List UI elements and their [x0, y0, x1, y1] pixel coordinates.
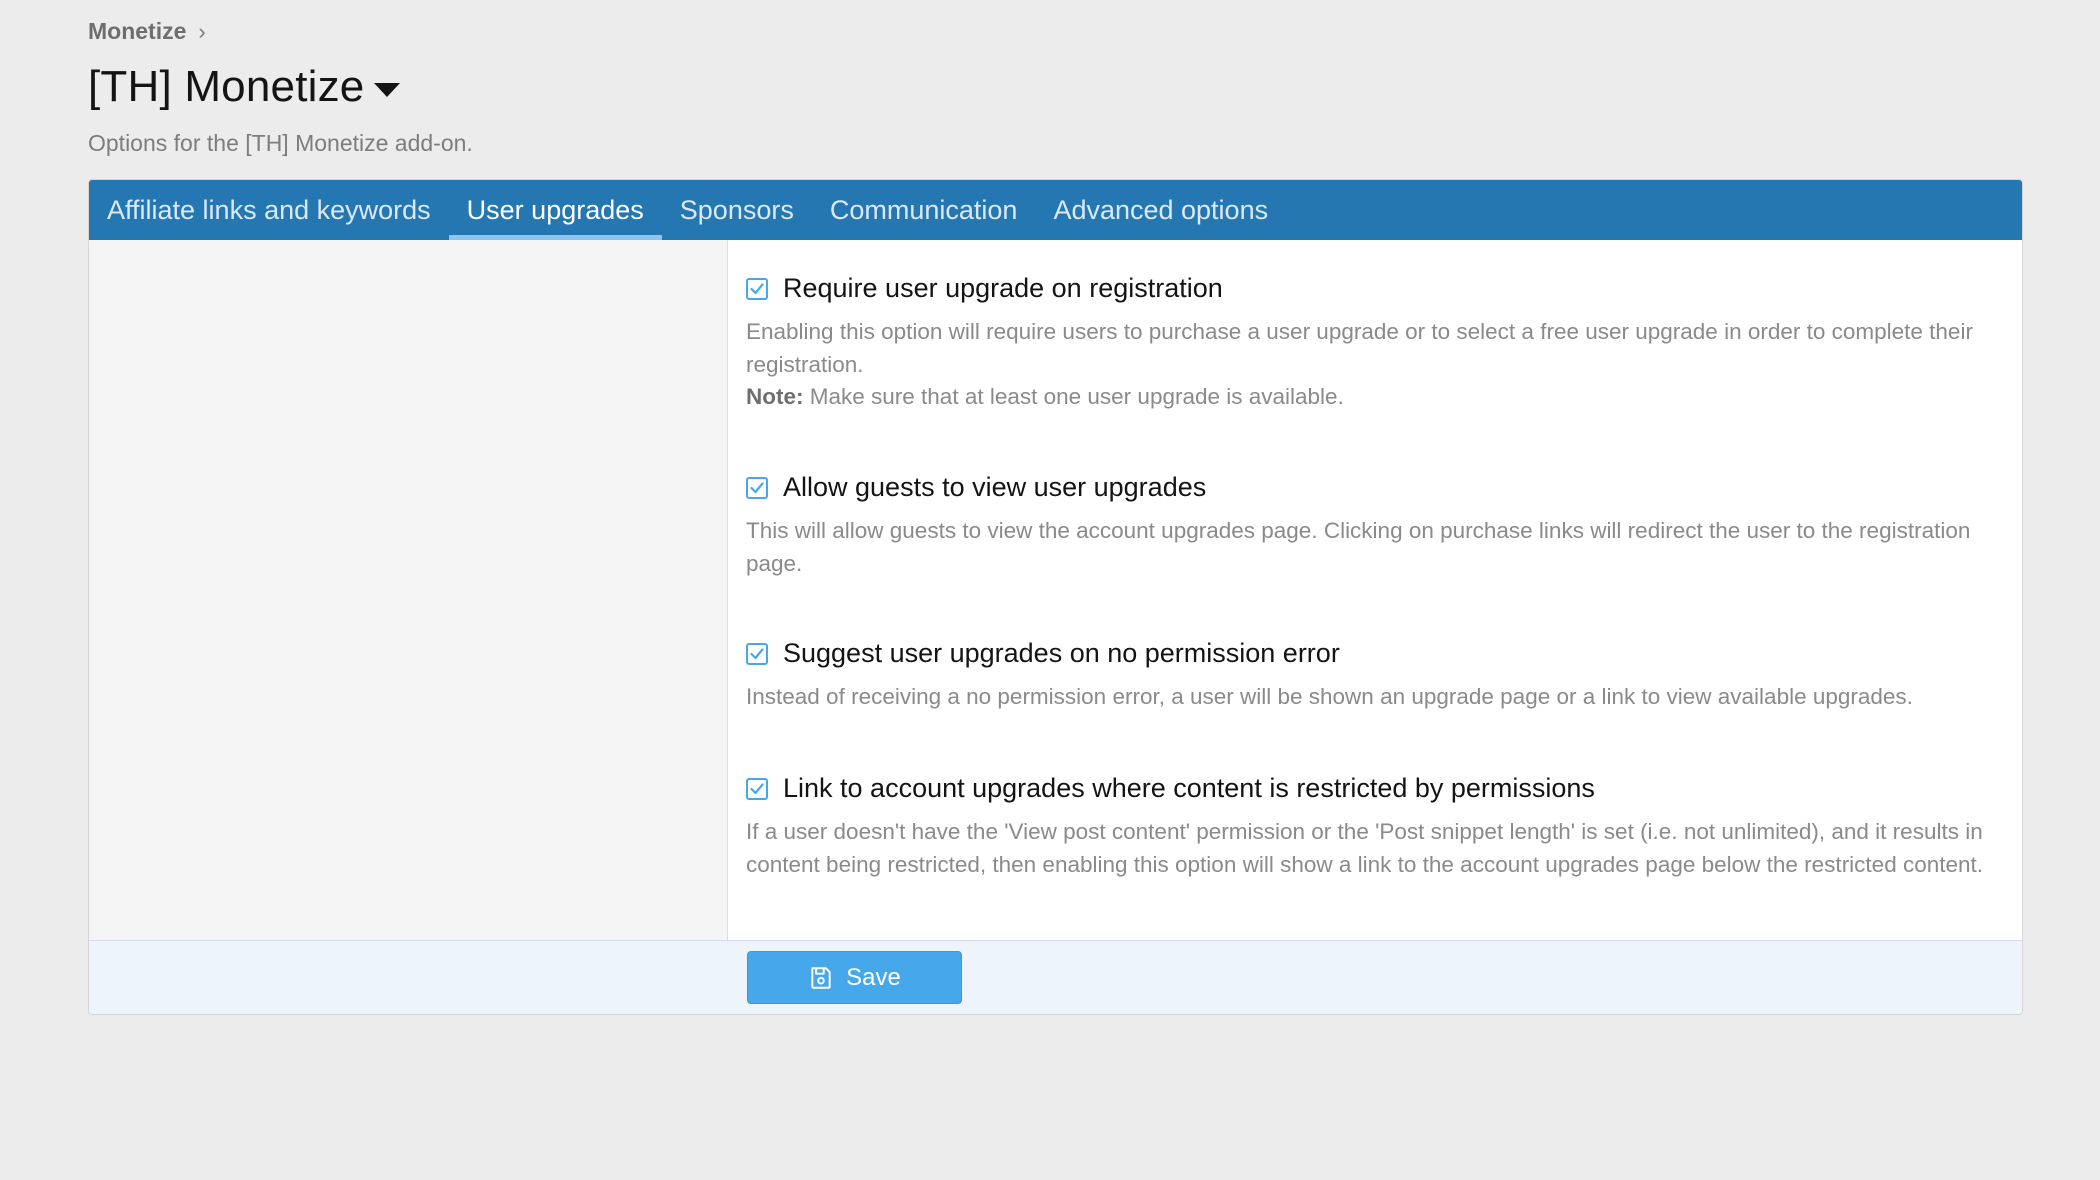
- option-link-account-upgrades-restricted: Link to account upgrades where content i…: [746, 773, 2008, 881]
- allow-guests-checkbox[interactable]: [746, 476, 768, 499]
- tab-label: Sponsors: [679, 194, 794, 225]
- option-label[interactable]: Allow guests to view user upgrades: [783, 472, 1206, 503]
- option-suggest-upgrades-no-permission: Suggest user upgrades on no permission e…: [746, 638, 2008, 714]
- option-label[interactable]: Suggest user upgrades on no permission e…: [783, 638, 1340, 669]
- chevron-right-icon: ›: [198, 18, 206, 44]
- caret-down-icon[interactable]: [374, 83, 401, 97]
- checkmark-icon: [750, 647, 764, 659]
- note-label: Note:: [746, 384, 804, 409]
- option-label[interactable]: Require user upgrade on registration: [783, 273, 1223, 304]
- tab-label: Advanced options: [1053, 194, 1269, 225]
- option-allow-guests-view-upgrades: Allow guests to view user upgrades This …: [746, 472, 2008, 580]
- tab-user-upgrades[interactable]: User upgrades: [448, 180, 662, 240]
- option-description-text: Enabling this option will require users …: [746, 319, 1973, 377]
- tab-affiliate-links[interactable]: Affiliate links and keywords: [89, 180, 449, 240]
- tab-label: User upgrades: [466, 194, 644, 225]
- save-button[interactable]: Save: [747, 951, 962, 1004]
- page-title: [TH] Monetize: [88, 62, 401, 112]
- tab-label: Communication: [829, 194, 1018, 225]
- checkmark-icon: [750, 282, 764, 294]
- note-text: Make sure that at least one user upgrade…: [803, 384, 1344, 409]
- tab-advanced-options[interactable]: Advanced options: [1035, 180, 1286, 240]
- form-footer: Save: [89, 940, 2022, 1014]
- save-button-label: Save: [846, 963, 901, 991]
- link-upgrades-checkbox[interactable]: [746, 777, 768, 800]
- options-panel: Affiliate links and keywords User upgrad…: [88, 179, 2023, 1015]
- page-title-text: [TH] Monetize: [88, 62, 365, 111]
- option-description: This will allow guests to view the accou…: [746, 518, 1971, 576]
- tab-sponsors[interactable]: Sponsors: [662, 180, 812, 240]
- option-label[interactable]: Link to account upgrades where content i…: [783, 773, 1595, 804]
- options-left-column: [89, 240, 728, 940]
- breadcrumb: Monetize ›: [88, 18, 206, 45]
- option-require-upgrade-on-registration: Require user upgrade on registration Ena…: [746, 273, 2008, 414]
- suggest-upgrades-checkbox[interactable]: [746, 642, 768, 665]
- require-upgrade-checkbox[interactable]: [746, 277, 768, 300]
- save-icon: [811, 966, 831, 989]
- checkmark-icon: [750, 481, 764, 493]
- page-description: Options for the [TH] Monetize add-on.: [88, 130, 473, 156]
- tab-communication[interactable]: Communication: [812, 180, 1036, 240]
- checkmark-icon: [750, 782, 764, 794]
- breadcrumb-item-monetize[interactable]: Monetize: [88, 18, 186, 45]
- tab-bar: Affiliate links and keywords User upgrad…: [89, 180, 2022, 240]
- option-description: Enabling this option will require users …: [746, 316, 2008, 414]
- option-description: If a user doesn't have the 'View post co…: [746, 819, 1984, 877]
- option-description: Instead of receiving a no permission err…: [746, 684, 1913, 709]
- tab-label: Affiliate links and keywords: [107, 194, 431, 225]
